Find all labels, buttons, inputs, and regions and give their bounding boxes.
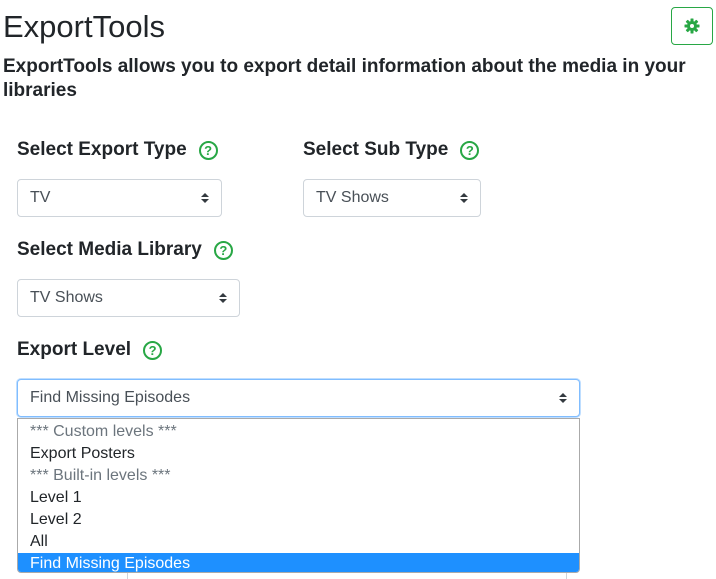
dropdown-option-find-missing-episodes[interactable]: Find Missing Episodes xyxy=(18,553,579,572)
sub-type-label-text: Select Sub Type xyxy=(303,139,449,160)
help-icon[interactable]: ? xyxy=(198,140,218,160)
dropdown-option-level-1[interactable]: Level 1 xyxy=(18,487,579,509)
select-caret-icon xyxy=(559,393,567,403)
export-level-value: Find Missing Episodes xyxy=(30,389,191,406)
help-icon[interactable]: ? xyxy=(460,140,480,160)
sub-type-value: TV Shows xyxy=(316,189,389,206)
dropdown-option-group-builtin: *** Built-in levels *** xyxy=(30,467,171,484)
sub-type-label: Select Sub Type ? xyxy=(303,138,480,162)
settings-button[interactable] xyxy=(671,7,713,45)
media-library-select[interactable]: TV Shows xyxy=(17,279,240,317)
export-type-value: TV xyxy=(30,189,51,206)
select-caret-icon xyxy=(201,193,209,203)
dropdown-option-group-custom: *** Custom levels *** xyxy=(30,423,177,440)
hidden-panel-edge xyxy=(127,572,567,579)
media-library-label-text: Select Media Library xyxy=(17,239,202,260)
export-level-dropdown: *** Custom levels *** Export Posters ***… xyxy=(17,418,580,573)
export-type-label-text: Select Export Type xyxy=(17,139,187,160)
page-title: ExportTools xyxy=(3,9,165,44)
export-level-label-text: Export Level xyxy=(17,339,132,360)
export-type-select[interactable]: TV xyxy=(17,179,222,217)
export-type-label: Select Export Type ? xyxy=(17,138,218,162)
dropdown-option-export-posters[interactable]: Export Posters xyxy=(18,443,579,465)
select-caret-icon xyxy=(219,293,227,303)
help-icon[interactable]: ? xyxy=(213,240,233,260)
dropdown-option-all[interactable]: All xyxy=(18,531,579,553)
help-icon[interactable]: ? xyxy=(143,340,163,360)
media-library-label: Select Media Library ? xyxy=(17,238,233,262)
page-description: ExportTools allows you to export detail … xyxy=(3,56,686,101)
media-library-value: TV Shows xyxy=(30,289,103,306)
gear-icon xyxy=(684,18,700,34)
select-caret-icon xyxy=(460,193,468,203)
export-level-label: Export Level ? xyxy=(17,338,163,362)
dropdown-option-level-2[interactable]: Level 2 xyxy=(18,509,579,531)
sub-type-select[interactable]: TV Shows xyxy=(303,179,481,217)
export-level-select[interactable]: Find Missing Episodes xyxy=(17,379,580,417)
